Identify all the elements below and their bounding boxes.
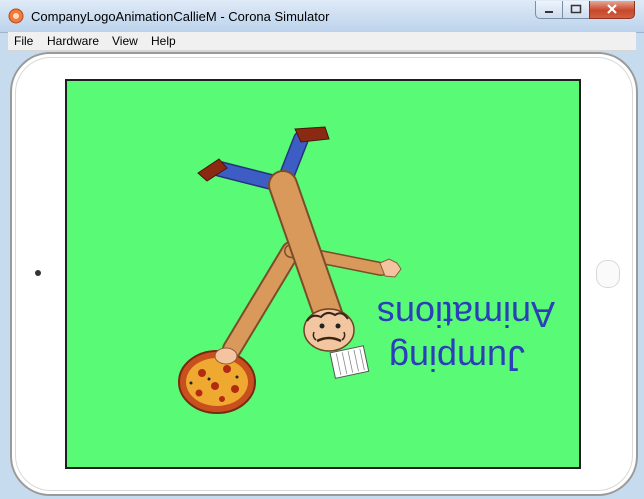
chef-animation (178, 126, 402, 414)
chef-head-icon (303, 308, 370, 379)
simulator-screen[interactable]: Animations Jumping (65, 79, 581, 469)
close-icon (607, 4, 617, 14)
camera-dot (35, 270, 41, 276)
menu-hardware[interactable]: Hardware (47, 34, 99, 48)
app-icon (8, 8, 24, 24)
minimize-button[interactable] (535, 1, 563, 19)
title-bar: CompanyLogoAnimationCallieM - Corona Sim… (0, 0, 644, 33)
menu-help[interactable]: Help (151, 34, 176, 48)
maximize-icon (570, 4, 582, 14)
menu-bar: File Hardware View Help (8, 32, 636, 51)
minimize-icon (545, 11, 553, 13)
menu-view[interactable]: View (112, 34, 138, 48)
menu-file[interactable]: File (14, 34, 33, 48)
maximize-button[interactable] (562, 1, 590, 19)
window-title: CompanyLogoAnimationCallieM - Corona Sim… (31, 9, 330, 24)
home-button[interactable] (596, 260, 620, 288)
close-button[interactable] (589, 1, 635, 19)
